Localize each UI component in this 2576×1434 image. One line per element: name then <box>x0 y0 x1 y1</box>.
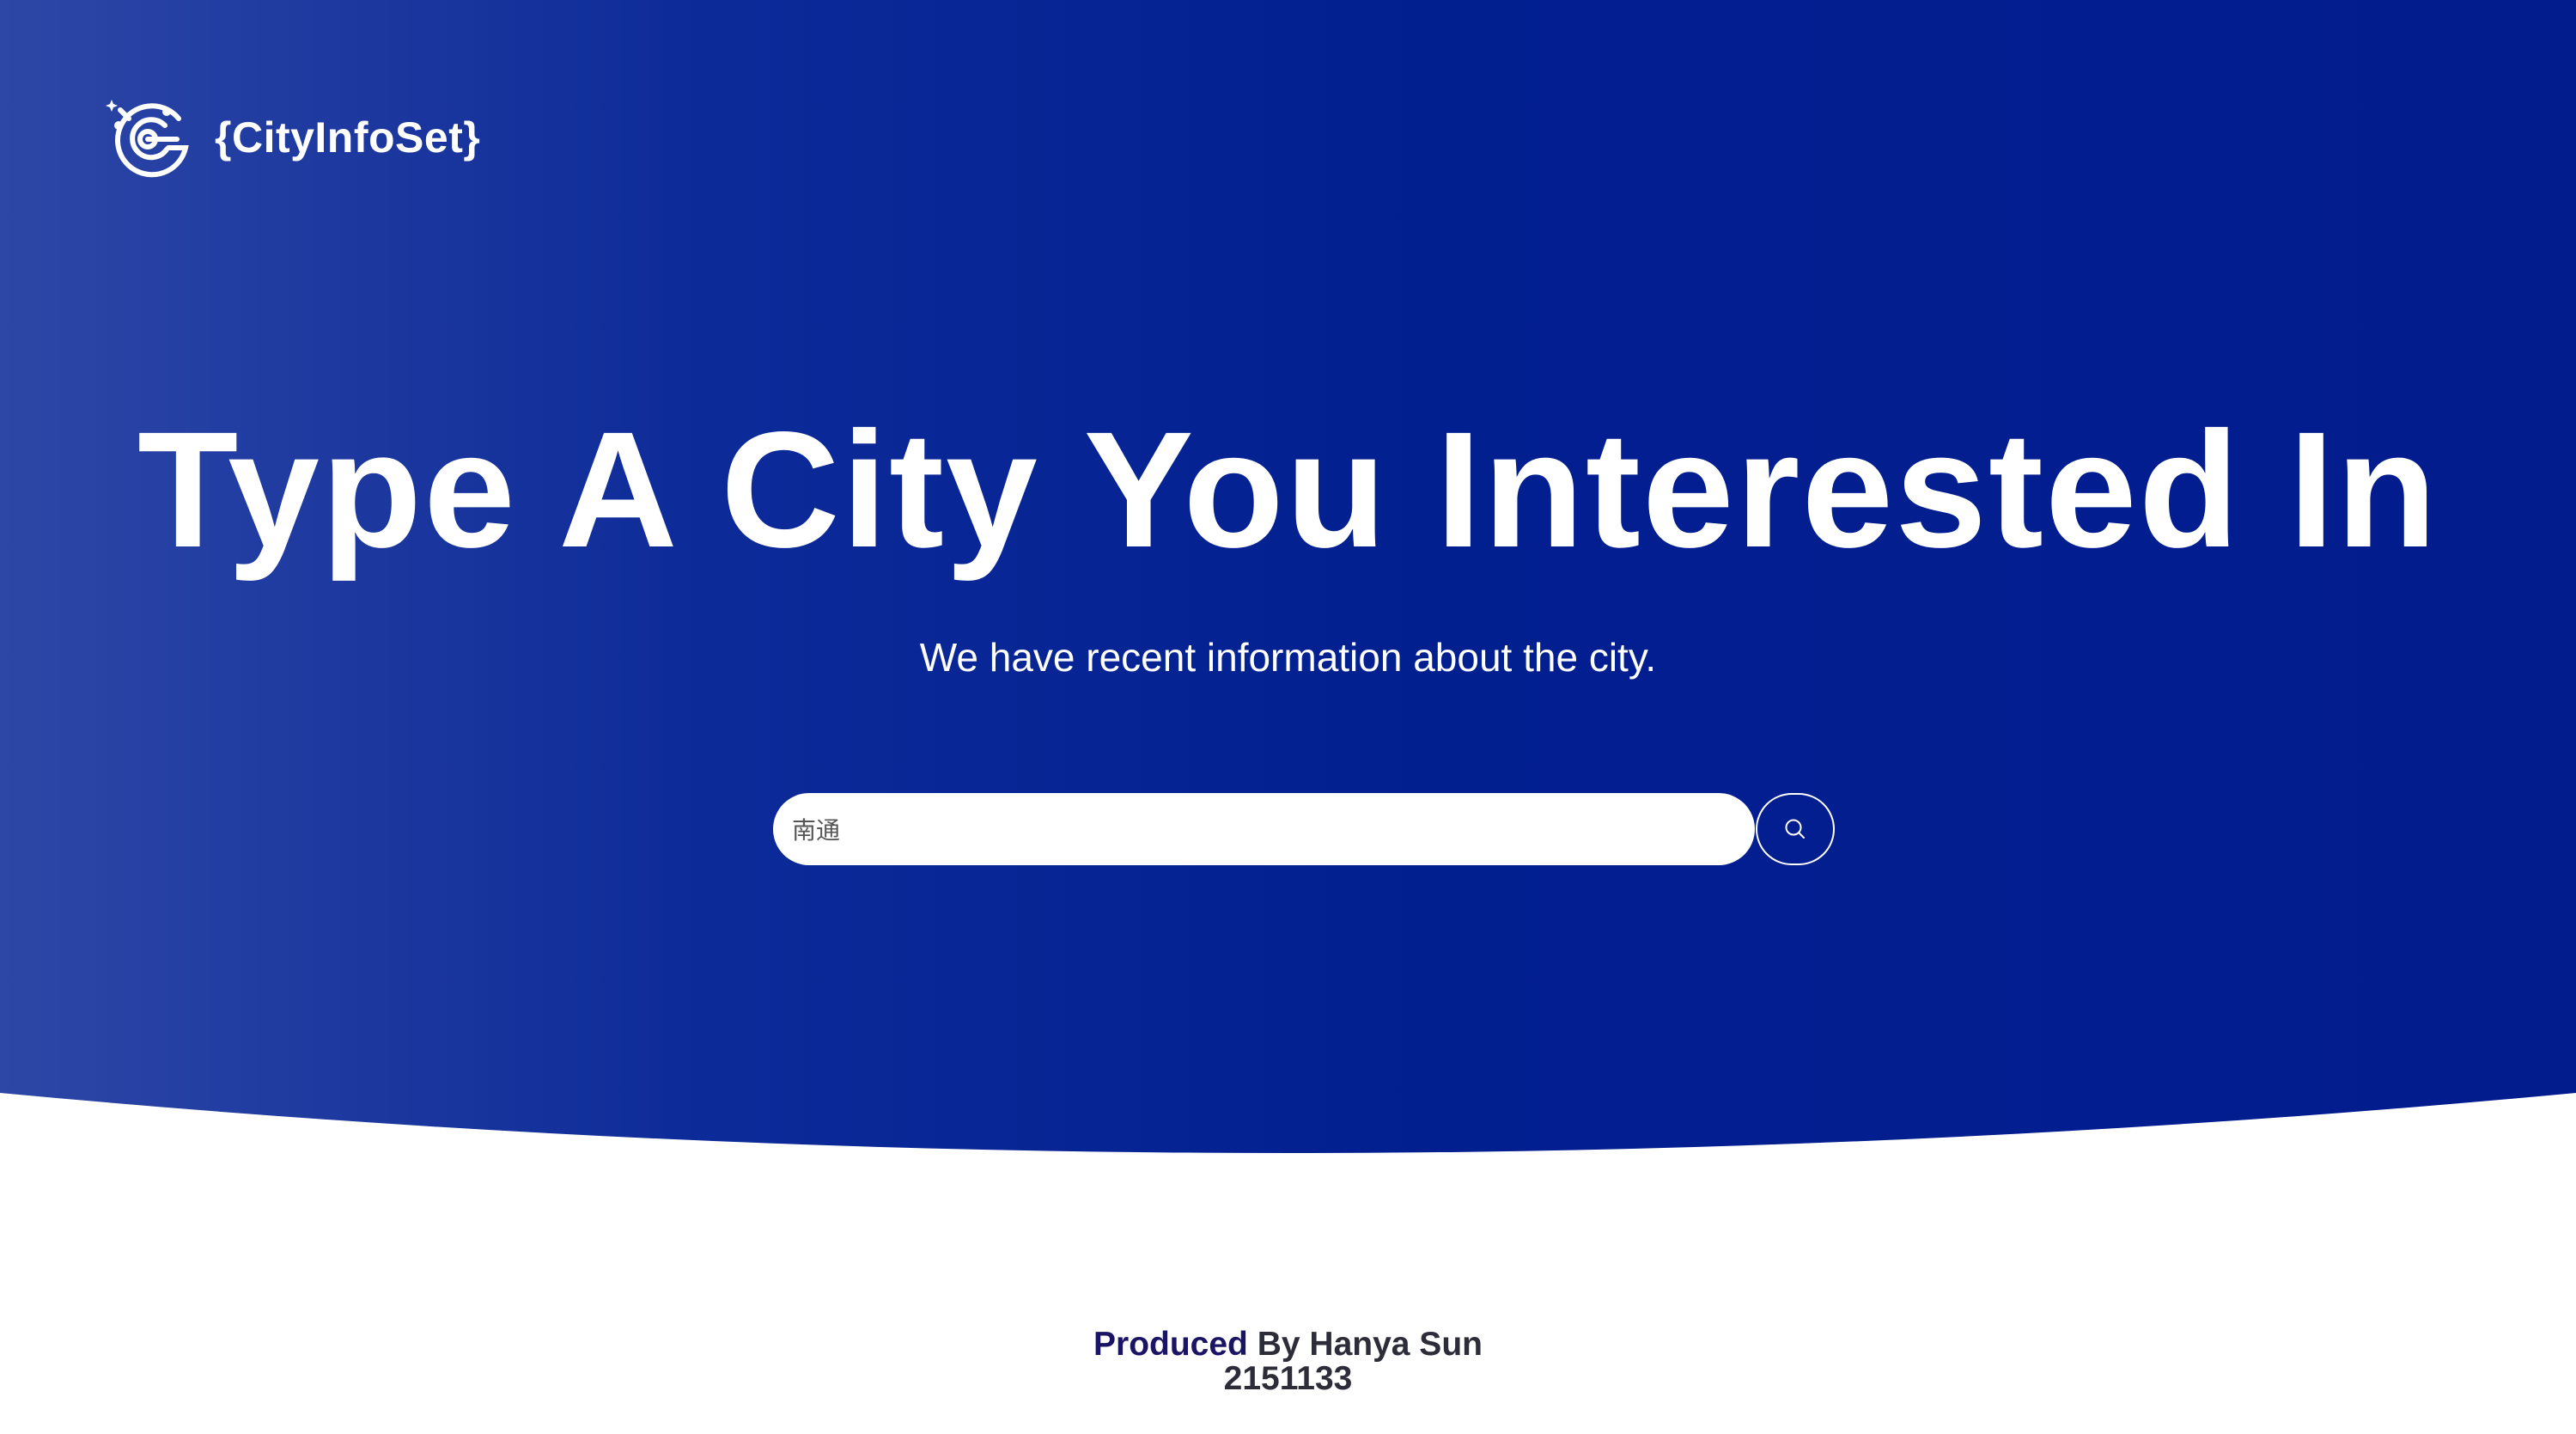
cityinfoset-logo-icon <box>106 100 189 178</box>
city-search-input[interactable] <box>773 793 1755 865</box>
brand-name: {CityInfoSet} <box>215 113 481 162</box>
footer-produced-label: Produced <box>1093 1326 1248 1363</box>
brand[interactable]: {CityInfoSet} <box>103 93 480 182</box>
footer-author: By Hanya Sun <box>1247 1326 1483 1363</box>
page-subtitle: We have recent information about the cit… <box>919 635 1657 680</box>
page-title: Type A City You Interested In <box>137 397 2439 582</box>
search-button[interactable] <box>1756 793 1835 865</box>
footer-student-id: 2151133 <box>1223 1360 1353 1397</box>
page: {CityInfoSet} Type A City You Interested… <box>0 0 2576 1434</box>
search-icon <box>1785 819 1805 839</box>
footer-credit-line: Produced By Hanya Sun <box>0 1327 2576 1362</box>
footer: Produced By Hanya Sun 2151133 <box>0 1327 2576 1396</box>
search-bar <box>773 793 1838 865</box>
